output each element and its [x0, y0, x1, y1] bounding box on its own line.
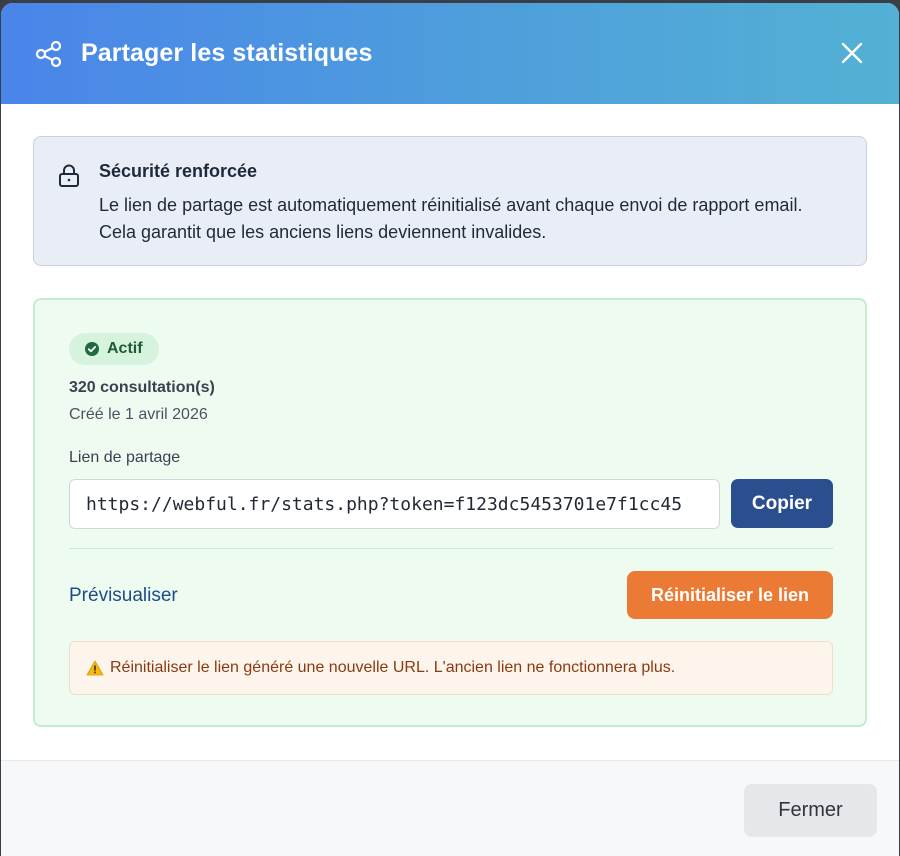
check-circle-icon — [85, 342, 99, 356]
close-button[interactable]: Fermer — [744, 784, 877, 837]
close-icon[interactable] — [839, 40, 865, 66]
reset-link-button[interactable]: Réinitialiser le lien — [627, 571, 833, 619]
view-count: 320 consultation(s) — [69, 379, 215, 396]
modal-header: Partager les statistiques — [1, 3, 899, 104]
copy-button[interactable]: Copier — [731, 479, 833, 528]
modal-title: Partager les statistiques — [81, 39, 373, 67]
created-date: Créé le 1 avril 2026 — [69, 406, 208, 423]
security-notice: Sécurité renforcée Le lien de partage es… — [33, 136, 867, 266]
reset-warning: Réinitialiser le lien généré une nouvell… — [69, 641, 833, 695]
security-notice-title: Sécurité renforcée — [99, 161, 258, 181]
modal-footer: Fermer — [1, 760, 899, 856]
preview-link[interactable]: Prévisualiser — [69, 585, 178, 607]
share-link-card: Actif 320 consultation(s) Créé le 1 avri… — [33, 298, 867, 727]
share-link-label: Lien de partage — [69, 449, 181, 466]
reset-warning-text: Réinitialiser le lien généré une nouvell… — [110, 659, 676, 676]
status-badge-label: Actif — [107, 340, 143, 357]
share-url-input[interactable] — [69, 479, 720, 529]
divider — [69, 548, 833, 549]
lock-icon — [58, 164, 80, 188]
share-stats-modal: Partager les statistiques Sécurité renfo… — [1, 3, 899, 856]
status-badge: Actif — [69, 333, 159, 365]
warning-icon — [86, 660, 104, 676]
share-icon — [34, 39, 64, 69]
security-notice-text: Le lien de partage est automatiquement r… — [99, 195, 803, 242]
